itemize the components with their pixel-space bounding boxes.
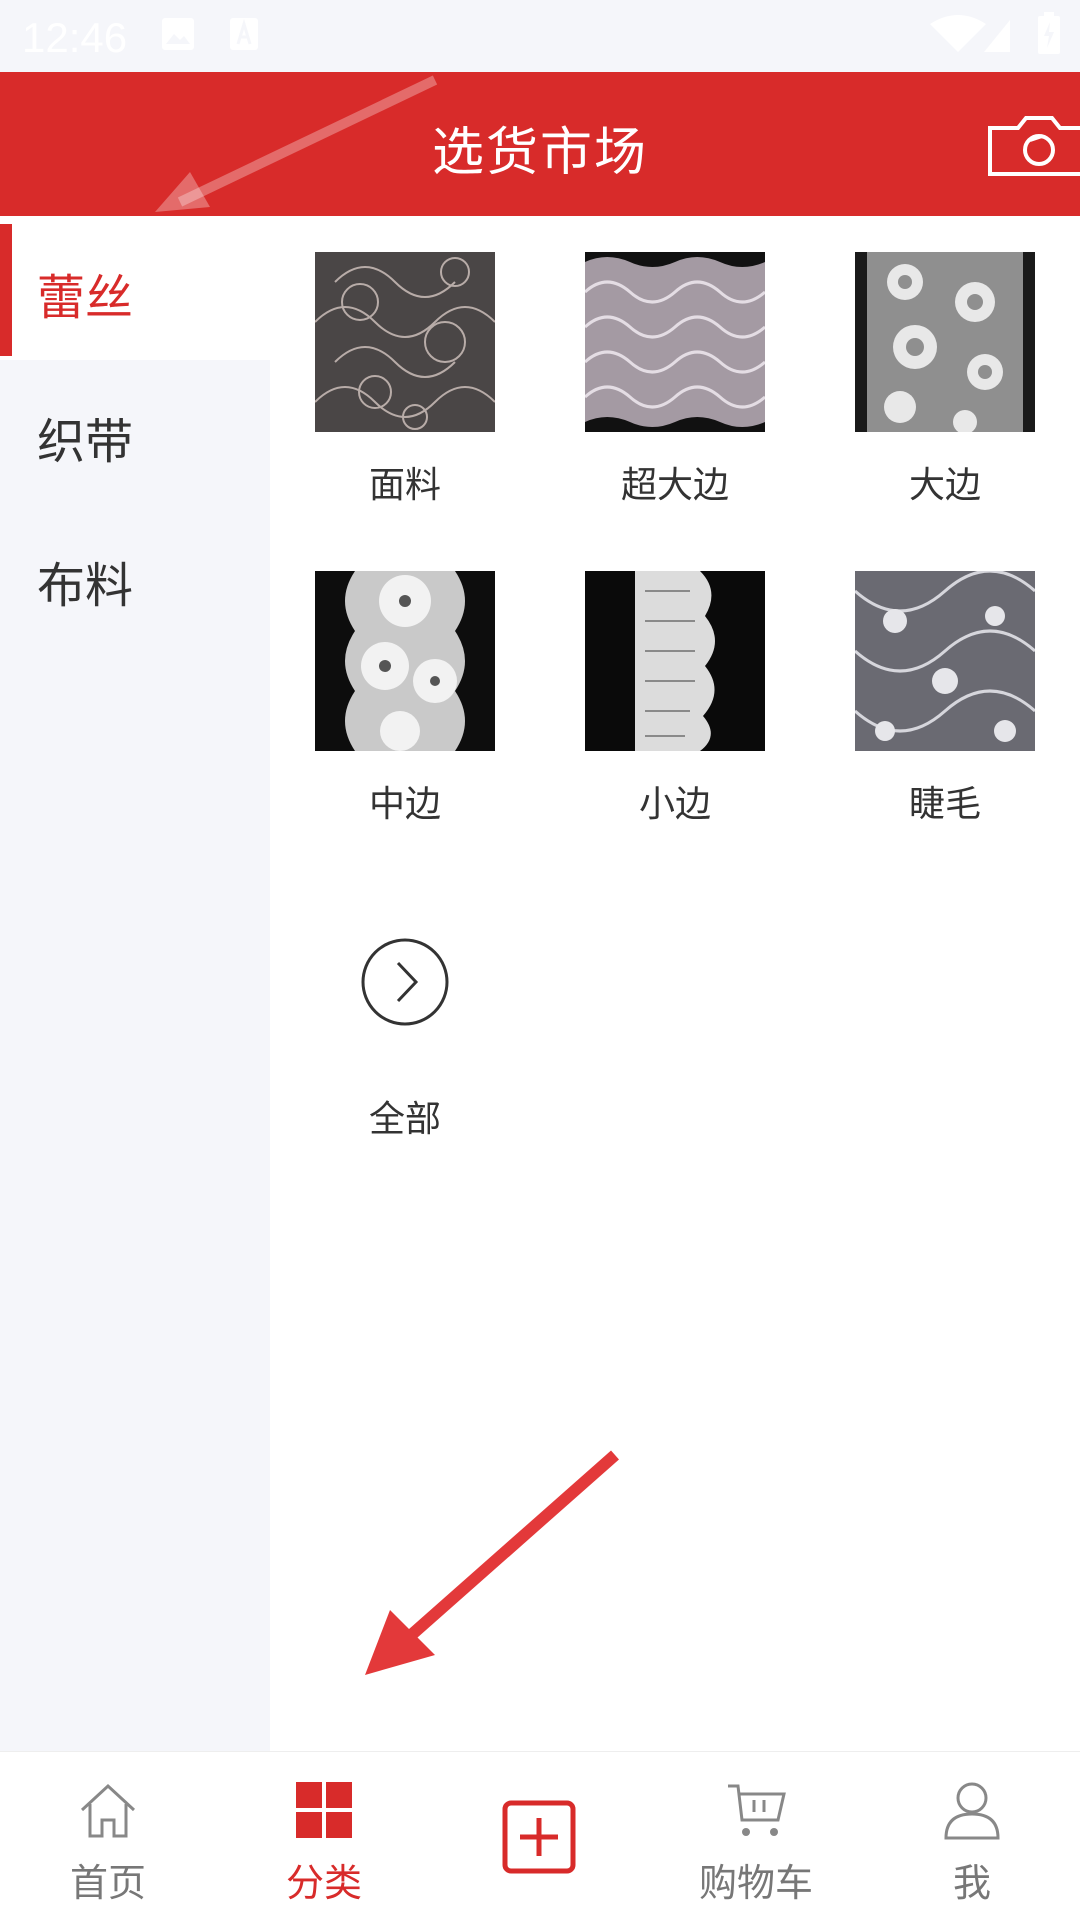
battery-icon bbox=[1038, 12, 1060, 54]
image-notification-icon bbox=[162, 18, 194, 50]
grid-item-narrow-edge[interactable]: 小边 bbox=[585, 571, 765, 825]
grid-item-extra-wide-edge[interactable]: 超大边 bbox=[585, 252, 765, 506]
grid-item-fabric[interactable]: 面料 bbox=[315, 252, 495, 506]
user-icon bbox=[944, 1782, 1000, 1840]
sidebar-item-label: 布料 bbox=[37, 558, 134, 614]
wifi-icon bbox=[930, 15, 986, 52]
grid-item-medium-edge[interactable]: 中边 bbox=[315, 571, 495, 825]
grid-item-label: 面料 bbox=[368, 465, 441, 506]
grid-item-label: 超大边 bbox=[620, 465, 729, 506]
page-title: 选货市场 bbox=[431, 123, 648, 183]
grid-item-label: 大边 bbox=[908, 465, 981, 506]
grid-item-eyelash[interactable]: 睫毛 bbox=[855, 571, 1035, 825]
lace-medium-thumbnail bbox=[315, 571, 495, 751]
signal-icon bbox=[984, 20, 1010, 52]
text-notification-icon bbox=[230, 18, 258, 50]
header-bar: 选货市场 bbox=[0, 72, 1080, 216]
sidebar-item-ribbon[interactable]: 织带 bbox=[0, 360, 270, 504]
grid-item-wide-edge[interactable]: 大边 bbox=[855, 252, 1035, 506]
tab-cart[interactable]: 购物车 bbox=[648, 1752, 864, 1920]
lace-eyelash-thumbnail bbox=[855, 571, 1035, 751]
sidebar-item-label: 蕾丝 bbox=[37, 270, 134, 326]
lace-wide-thumbnail bbox=[855, 252, 1035, 432]
tab-label: 首页 bbox=[69, 1861, 146, 1905]
bottom-navigation: 首页 分类 购物车 我 bbox=[0, 1751, 1080, 1920]
status-time: 12:46 bbox=[22, 14, 128, 61]
category-sidebar: 蕾丝 织带 布料 bbox=[0, 216, 270, 1751]
home-icon bbox=[80, 1783, 136, 1838]
tab-home[interactable]: 首页 bbox=[0, 1752, 216, 1920]
tab-add[interactable] bbox=[432, 1752, 648, 1920]
tab-label: 购物车 bbox=[698, 1861, 813, 1905]
grid-item-label: 睫毛 bbox=[908, 784, 981, 825]
grid-item-label: 全部 bbox=[368, 1099, 441, 1140]
sidebar-item-lace[interactable]: 蕾丝 bbox=[0, 216, 270, 360]
camera-icon[interactable] bbox=[988, 116, 1080, 176]
cart-icon bbox=[728, 1784, 786, 1836]
grid-item-label: 小边 bbox=[638, 784, 711, 825]
grid-item-all[interactable]: 全部 bbox=[315, 925, 495, 1165]
category-grid-icon bbox=[296, 1782, 352, 1838]
grid-item-label: 中边 bbox=[368, 784, 441, 825]
lace-extra-wide-thumbnail bbox=[585, 252, 765, 432]
plus-box-icon bbox=[502, 1800, 576, 1874]
sidebar-item-label: 织带 bbox=[37, 414, 134, 470]
tab-me[interactable]: 我 bbox=[864, 1752, 1080, 1920]
annotation-arrow-icon bbox=[365, 1450, 619, 1675]
sidebar-item-fabric[interactable]: 布料 bbox=[0, 504, 270, 648]
tab-label: 分类 bbox=[285, 1861, 362, 1905]
tab-label: 我 bbox=[952, 1861, 991, 1905]
lace-narrow-thumbnail bbox=[585, 571, 765, 751]
chevron-right-circle-icon bbox=[361, 938, 449, 1026]
tab-category[interactable]: 分类 bbox=[216, 1752, 432, 1920]
status-bar: 12:46 bbox=[0, 0, 1080, 72]
lace-fabric-thumbnail bbox=[315, 252, 495, 432]
